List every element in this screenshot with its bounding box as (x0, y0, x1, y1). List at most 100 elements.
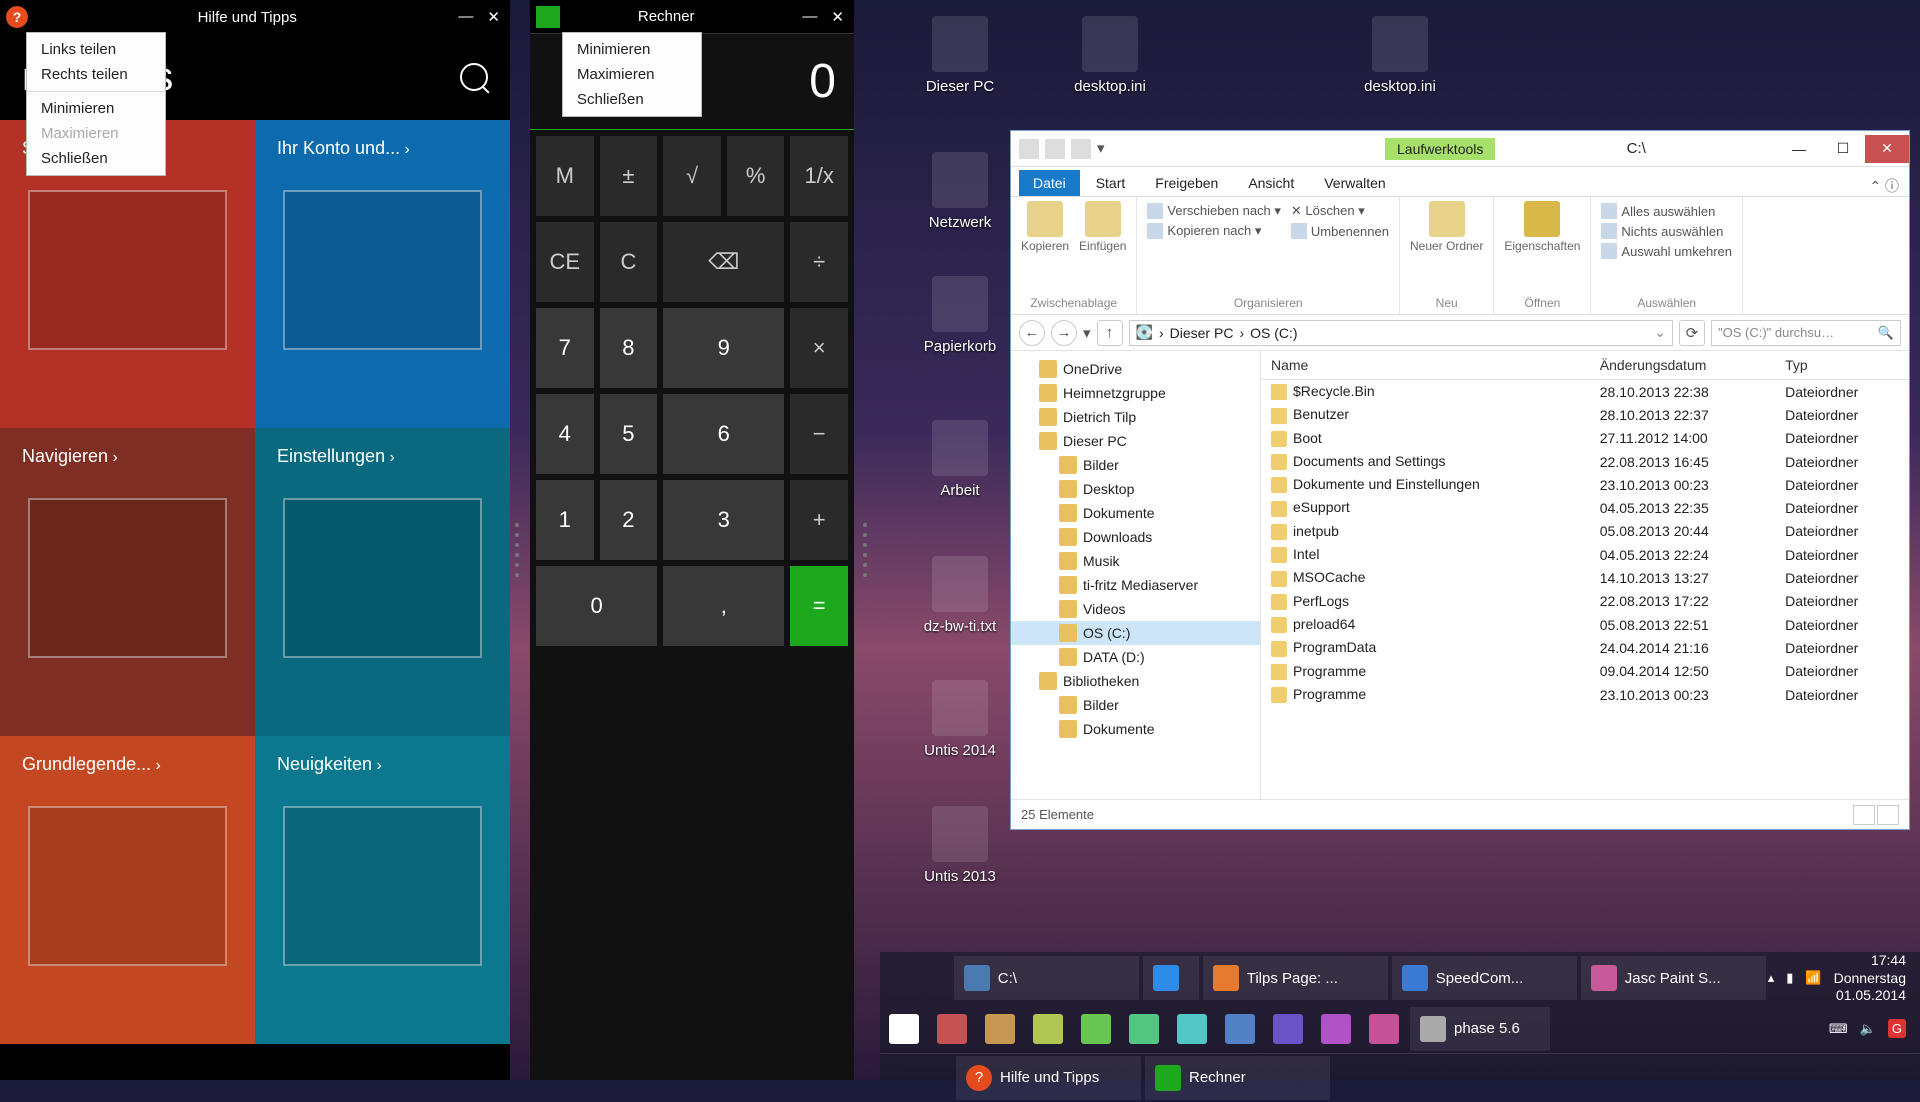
task-phase[interactable]: phase 5.6 (1410, 1007, 1550, 1051)
file-row[interactable]: ProgramData24.04.2014 21:16Dateiordner (1261, 636, 1909, 659)
menu-schliessen[interactable]: Schließen (27, 146, 165, 171)
task-help-tips[interactable]: ?Hilfe und Tipps (956, 1056, 1141, 1100)
view-large-icon[interactable] (1877, 805, 1899, 825)
maximize-icon[interactable]: ☐ (1821, 135, 1865, 163)
pinned-app[interactable] (1026, 1007, 1070, 1051)
menu-rechts-teilen[interactable]: Rechts teilen (27, 62, 165, 87)
calc-div[interactable]: ÷ (790, 222, 848, 302)
calc-2[interactable]: 2 (600, 480, 658, 560)
nav-item[interactable]: Bibliotheken (1011, 669, 1260, 693)
shield-icon[interactable]: G (1888, 1019, 1906, 1038)
nav-item[interactable]: Dokumente (1011, 501, 1260, 525)
tab-verwalten[interactable]: Verwalten (1310, 170, 1399, 196)
file-row[interactable]: Programme09.04.2014 12:50Dateiordner (1261, 660, 1909, 683)
minimize-icon[interactable]: — (458, 8, 473, 26)
desktop-icon[interactable]: Untis 2014 (910, 680, 1010, 759)
task-rechner[interactable]: Rechner (1145, 1056, 1330, 1100)
close-icon[interactable]: ✕ (831, 8, 844, 26)
calc-4[interactable]: 4 (536, 394, 594, 474)
nav-item[interactable]: Bilder (1011, 693, 1260, 717)
qat-icon[interactable] (1019, 139, 1039, 159)
tab-freigeben[interactable]: Freigeben (1141, 170, 1232, 196)
nav-fwd-icon[interactable]: → (1051, 320, 1077, 346)
menu-links-teilen[interactable]: Links teilen (27, 37, 165, 62)
pinned-app[interactable] (1122, 1007, 1166, 1051)
file-row[interactable]: Benutzer28.10.2013 22:37Dateiordner (1261, 403, 1909, 426)
search-input[interactable]: "OS (C:)" durchsu…🔍 (1711, 320, 1901, 346)
calc-pct[interactable]: % (727, 136, 785, 216)
calc-ce[interactable]: CE (536, 222, 594, 302)
calc-1[interactable]: 1 (536, 480, 594, 560)
task-speedcom[interactable]: SpeedCom... (1392, 956, 1577, 1000)
search-icon[interactable] (460, 63, 488, 91)
contextual-tab[interactable]: Laufwerktools (1385, 138, 1495, 160)
chevron-down-icon[interactable]: ⌄ (1654, 324, 1666, 341)
pinned-app[interactable] (1266, 1007, 1310, 1051)
file-row[interactable]: eSupport04.05.2013 22:35Dateiordner (1261, 496, 1909, 519)
nav-item[interactable]: Bilder (1011, 453, 1260, 477)
tab-ansicht[interactable]: Ansicht (1234, 170, 1308, 196)
desktop-icon[interactable]: dz-bw-ti.txt (910, 556, 1010, 635)
menu-maximieren[interactable]: Maximieren (563, 62, 701, 87)
menu-minimieren[interactable]: Minimieren (27, 96, 165, 121)
tab-start[interactable]: Start (1082, 170, 1140, 196)
tab-datei[interactable]: Datei (1019, 170, 1080, 196)
volume-icon[interactable]: 🔈 (1860, 1021, 1876, 1037)
calc-7[interactable]: 7 (536, 308, 594, 388)
desktop-icon[interactable]: Arbeit (910, 420, 1010, 499)
nav-item[interactable]: Dietrich Tilp (1011, 405, 1260, 429)
calc-eq[interactable]: = (790, 566, 848, 646)
snap-drag-handle[interactable] (510, 520, 524, 580)
desktop-icon[interactable]: Untis 2013 (910, 806, 1010, 885)
nav-item[interactable]: DATA (D:) (1011, 645, 1260, 669)
ribbon-einfuegen[interactable]: Einfügen (1079, 201, 1126, 253)
start-button[interactable] (882, 1007, 926, 1051)
ribbon-nichts-auswaehlen[interactable]: Nichts auswählen (1601, 221, 1732, 241)
tile-grundlegende[interactable]: Grundlegende... (0, 736, 255, 1044)
nav-back-icon[interactable]: ← (1019, 320, 1045, 346)
ribbon-alles-auswaehlen[interactable]: Alles auswählen (1601, 201, 1732, 221)
calc-5[interactable]: 5 (600, 394, 658, 474)
help-titlebar[interactable]: ? Hilfe und Tipps — ✕ (0, 0, 510, 34)
close-icon[interactable]: ✕ (487, 8, 500, 26)
ribbon-kopieren-nach[interactable]: Kopieren nach ▾ (1147, 221, 1281, 241)
calc-8[interactable]: 8 (600, 308, 658, 388)
desktop-icon[interactable]: Dieser PC (910, 16, 1010, 95)
minimize-icon[interactable]: — (1777, 135, 1821, 163)
nav-history-icon[interactable]: ▾ (1083, 324, 1091, 342)
file-row[interactable]: Boot27.11.2012 14:00Dateiordner (1261, 427, 1909, 450)
calc-6[interactable]: 6 (663, 394, 784, 474)
task-jasc[interactable]: Jasc Paint S... (1581, 956, 1766, 1000)
pinned-app[interactable] (1218, 1007, 1262, 1051)
close-icon[interactable]: ✕ (1865, 135, 1909, 163)
nav-item[interactable]: Desktop (1011, 477, 1260, 501)
battery-icon[interactable]: ▮ (1786, 970, 1793, 986)
refresh-icon[interactable]: ⟳ (1679, 320, 1705, 346)
nav-item[interactable]: Heimnetzgruppe (1011, 381, 1260, 405)
col-name[interactable]: Name (1261, 351, 1590, 380)
nav-up-icon[interactable]: ↑ (1097, 320, 1123, 346)
task-firefox[interactable]: Tilps Page: ... (1203, 956, 1388, 1000)
nav-item[interactable]: Videos (1011, 597, 1260, 621)
file-row[interactable]: inetpub05.08.2013 20:44Dateiordner (1261, 520, 1909, 543)
ribbon-loeschen[interactable]: ✕ Löschen ▾ (1291, 201, 1389, 221)
tile-neuigkeiten[interactable]: Neuigkeiten (255, 736, 510, 1044)
calc-c[interactable]: C (600, 222, 658, 302)
col-date[interactable]: Änderungsdatum (1590, 351, 1775, 380)
ribbon-collapse-icon[interactable]: ⌃ ⓘ (1859, 176, 1909, 196)
calc-dec[interactable]: , (663, 566, 784, 646)
calc-sqrt[interactable]: √ (663, 136, 721, 216)
calc-inv[interactable]: 1/x (790, 136, 848, 216)
file-row[interactable]: preload6405.08.2013 22:51Dateiordner (1261, 613, 1909, 636)
file-row[interactable]: Dokumente und Einstellungen23.10.2013 00… (1261, 473, 1909, 496)
pinned-app[interactable] (1074, 1007, 1118, 1051)
calc-sub[interactable]: − (790, 394, 848, 474)
help-app-icon[interactable]: ? (6, 6, 28, 28)
pinned-app[interactable] (1362, 1007, 1406, 1051)
file-row[interactable]: Documents and Settings22.08.2013 16:45Da… (1261, 450, 1909, 473)
calc-mul[interactable]: × (790, 308, 848, 388)
ribbon-eigenschaften[interactable]: Eigenschaften (1504, 201, 1580, 253)
ribbon-kopieren[interactable]: Kopieren (1021, 201, 1069, 253)
pinned-app[interactable] (1314, 1007, 1358, 1051)
wifi-icon[interactable]: 📶 (1805, 970, 1821, 986)
